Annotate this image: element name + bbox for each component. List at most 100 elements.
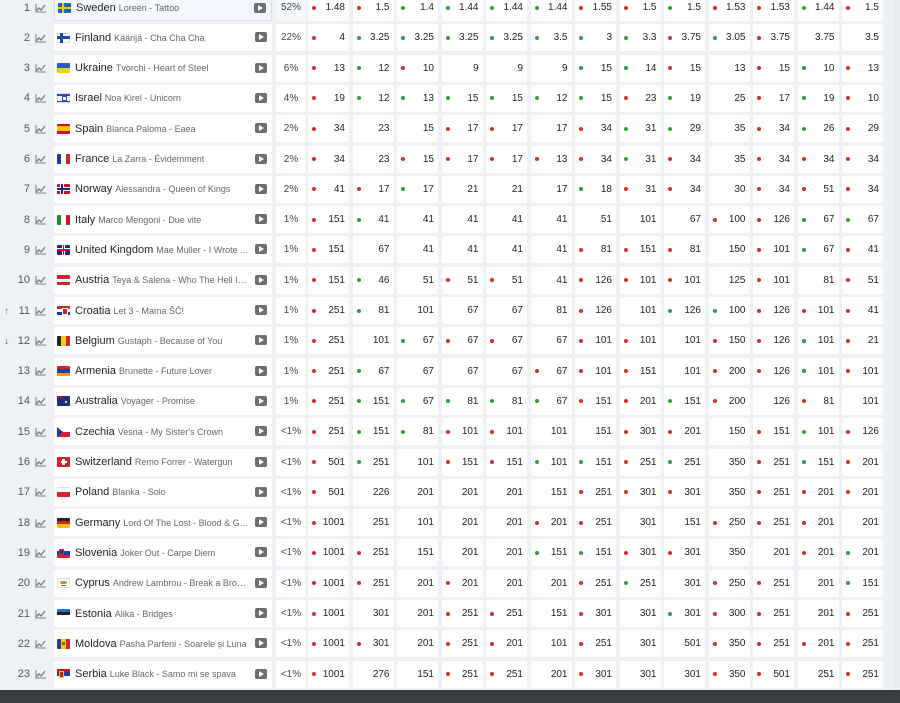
odds-cell[interactable]: 201 [486, 630, 527, 658]
odds-cell[interactable]: 101 [575, 327, 616, 355]
odds-cell[interactable]: 301 [664, 478, 705, 506]
odds-cell[interactable]: 126 [753, 357, 794, 385]
video-play-icon[interactable] [255, 365, 267, 376]
odds-cell[interactable]: 4 [308, 24, 349, 52]
odds-cell[interactable]: 12 [352, 54, 394, 82]
video-play-icon[interactable] [255, 608, 267, 618]
odds-cell[interactable]: 15 [397, 145, 438, 173]
odds-cell[interactable]: 151 [619, 236, 661, 264]
odds-cell[interactable]: 17 [441, 115, 483, 143]
trend-chart-icon[interactable] [32, 33, 50, 43]
odds-cell[interactable]: 51 [842, 266, 883, 294]
odds-cell[interactable]: 12 [530, 84, 572, 112]
odds-cell[interactable]: 67 [797, 206, 839, 234]
odds-cell[interactable]: 251 [575, 509, 616, 537]
odds-cell[interactable]: 17 [753, 84, 794, 112]
odds-cell[interactable]: 26 [797, 115, 839, 143]
odds-cell[interactable]: 13 [530, 145, 572, 173]
odds-cell[interactable]: 251 [308, 297, 349, 324]
odds-cell[interactable]: 501 [753, 660, 794, 688]
odds-cell[interactable]: 126 [753, 327, 794, 355]
entry-cell[interactable]: Germany Lord Of The Lost - Blood & Glitt… [54, 509, 272, 537]
trend-chart-icon[interactable] [32, 275, 50, 285]
odds-cell[interactable]: 201 [753, 539, 794, 567]
odds-cell[interactable]: 101 [530, 630, 572, 658]
odds-cell[interactable]: 1.44 [486, 0, 527, 21]
odds-cell[interactable]: 3.25 [486, 24, 527, 52]
odds-cell[interactable]: 301 [619, 660, 661, 688]
odds-cell[interactable]: 301 [619, 418, 661, 446]
trend-chart-icon[interactable] [32, 548, 50, 558]
odds-cell[interactable]: 151 [842, 569, 883, 597]
odds-cell[interactable]: 101 [664, 327, 705, 355]
odds-cell[interactable]: 41 [441, 206, 483, 234]
odds-cell[interactable]: 41 [308, 175, 349, 203]
odds-cell[interactable]: 101 [575, 357, 616, 385]
odds-cell[interactable]: 81 [486, 387, 527, 415]
odds-cell[interactable]: 41 [352, 206, 394, 234]
entry-cell[interactable]: Cyprus Andrew Lambrou - Break a Broken H… [54, 569, 272, 597]
odds-cell[interactable]: 3.5 [530, 24, 572, 52]
odds-cell[interactable]: 501 [664, 630, 705, 658]
odds-cell[interactable]: 151 [397, 539, 438, 567]
odds-cell[interactable]: 101 [352, 327, 394, 355]
entry-cell[interactable]: Norway Alessandra - Queen of Kings [54, 175, 272, 203]
odds-cell[interactable]: 67 [842, 206, 883, 234]
odds-cell[interactable]: 67 [441, 327, 483, 355]
odds-cell[interactable]: 251 [575, 569, 616, 597]
odds-cell[interactable]: 201 [842, 478, 883, 506]
odds-cell[interactable]: 10 [397, 54, 438, 82]
odds-cell[interactable]: 151 [575, 418, 616, 446]
odds-cell[interactable]: 23 [619, 84, 661, 112]
odds-cell[interactable]: 101 [619, 327, 661, 355]
odds-cell[interactable]: 251 [842, 600, 883, 627]
video-play-icon[interactable] [255, 153, 267, 164]
odds-cell[interactable]: 35 [708, 145, 750, 173]
odds-cell[interactable]: 19 [664, 84, 705, 112]
odds-cell[interactable]: 250 [708, 569, 750, 597]
odds-cell[interactable]: 34 [753, 175, 794, 203]
odds-cell[interactable]: 201 [842, 509, 883, 537]
odds-cell[interactable]: 201 [530, 660, 572, 688]
odds-cell[interactable]: 201 [797, 630, 839, 658]
odds-cell[interactable]: 1001 [308, 569, 349, 597]
trend-chart-icon[interactable] [32, 336, 50, 346]
video-play-icon[interactable] [255, 244, 267, 255]
odds-cell[interactable]: 126 [664, 297, 705, 324]
odds-cell[interactable]: 10 [842, 84, 883, 112]
odds-cell[interactable]: 25 [708, 84, 750, 112]
odds-cell[interactable]: 125 [708, 266, 750, 294]
odds-cell[interactable]: 300 [708, 600, 750, 627]
odds-cell[interactable]: 12 [352, 84, 394, 112]
odds-cell[interactable]: 151 [397, 660, 438, 688]
odds-cell[interactable]: 34 [664, 145, 705, 173]
odds-cell[interactable]: 101 [664, 266, 705, 294]
odds-cell[interactable]: 126 [575, 266, 616, 294]
odds-cell[interactable]: 1.5 [352, 0, 394, 21]
odds-cell[interactable]: 251 [753, 569, 794, 597]
video-play-icon[interactable] [255, 395, 267, 406]
video-play-icon[interactable] [254, 3, 266, 13]
odds-cell[interactable]: 51 [575, 206, 616, 234]
odds-cell[interactable]: 251 [753, 509, 794, 537]
odds-cell[interactable]: 21 [842, 327, 883, 355]
odds-cell[interactable]: 23 [352, 115, 394, 143]
trend-chart-icon[interactable] [32, 306, 50, 316]
entry-cell[interactable]: Finland Käärijä - Cha Cha Cha [54, 24, 272, 52]
odds-cell[interactable]: 276 [352, 660, 394, 688]
odds-cell[interactable]: 251 [352, 539, 394, 567]
entry-cell[interactable]: Sweden Loreen - Tattoo [54, 0, 272, 21]
odds-cell[interactable]: 201 [397, 630, 438, 658]
entry-cell[interactable]: Slovenia Joker Out - Carpe Diem [54, 539, 272, 567]
trend-chart-icon[interactable] [32, 154, 50, 164]
video-play-icon[interactable] [255, 577, 267, 588]
odds-cell[interactable]: 301 [664, 569, 705, 597]
odds-cell[interactable]: 41 [842, 236, 883, 264]
odds-cell[interactable]: 101 [842, 357, 883, 385]
odds-cell[interactable]: 19 [797, 84, 839, 112]
odds-cell[interactable]: 151 [575, 387, 616, 415]
odds-cell[interactable]: 1001 [308, 630, 349, 658]
odds-cell[interactable]: 29 [842, 115, 883, 143]
odds-cell[interactable]: 51 [397, 266, 438, 294]
odds-cell[interactable]: 34 [308, 145, 349, 173]
